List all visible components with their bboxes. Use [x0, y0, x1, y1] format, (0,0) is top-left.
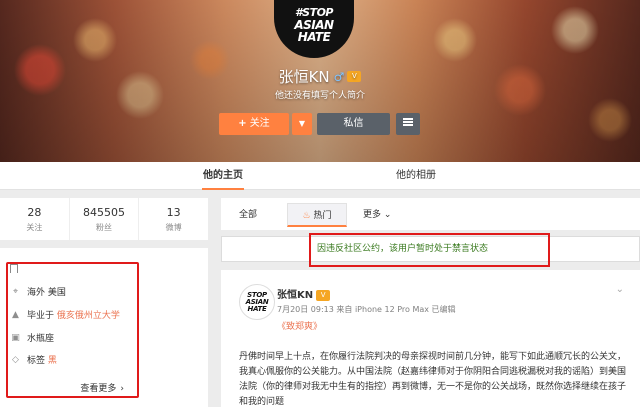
stat-value: 28: [27, 206, 42, 219]
location-text: 海外 美国: [27, 288, 66, 298]
profile-stats: 28 关注 845505 粉丝 13 微博: [0, 198, 208, 240]
see-more-label: 查看更多: [80, 384, 117, 394]
male-icon: ♂: [333, 69, 345, 84]
briefcase-icon: ▣: [11, 332, 20, 343]
graduation-cap-icon: ▲: [12, 309, 19, 320]
message-label: 私信: [343, 118, 364, 129]
tab-album[interactable]: 他的相册: [396, 162, 436, 190]
info-row-sign: ▣ 水瓶座: [10, 331, 55, 345]
filter-all-tab[interactable]: 全部: [239, 206, 257, 224]
stat-posts[interactable]: 13 微博: [138, 198, 208, 240]
filter-more-label: 更多: [363, 210, 382, 220]
profile-nav: 他的主页 他的相册: [0, 162, 640, 190]
profile-name: 张恒KN: [278, 68, 330, 86]
post-author-name[interactable]: 张恒KN: [277, 290, 313, 301]
bookmark-icon: [10, 264, 18, 273]
vip-badge-icon: V: [316, 289, 331, 301]
education-prefix: 毕业于: [27, 311, 55, 321]
post-menu-chevron-icon[interactable]: ⌄: [616, 284, 624, 295]
follow-dropdown-button[interactable]: ▼: [292, 113, 312, 135]
feed-filter-bar: 全部 ♨ 热门 更多 ⌄: [221, 198, 640, 230]
post-author-avatar[interactable]: STOP ASIAN HATE: [239, 284, 275, 320]
info-row-location: ⌖ 海外 美国: [10, 285, 66, 299]
mute-notice-text: 因违反社区公约，该用户暂时处于禁言状态: [317, 244, 489, 254]
profile-name-row: 张恒KN ♂ V: [0, 66, 640, 87]
school-link[interactable]: 俄亥俄州立大学: [57, 308, 120, 321]
stat-value: 845505: [83, 206, 125, 219]
tags-prefix: 标签: [27, 356, 46, 366]
chevron-down-icon: ⌄: [383, 210, 392, 220]
hamburger-icon: [403, 118, 413, 126]
see-more-link[interactable]: 查看更多 ›: [80, 381, 124, 394]
avatar-text-line: HATE: [297, 30, 331, 44]
tag-icon: ◇: [12, 354, 19, 365]
chevron-right-icon: ›: [120, 384, 124, 394]
avatar-text-line: HATE: [247, 304, 267, 313]
fire-icon: ♨: [302, 211, 311, 221]
feed-post: STOP ASIAN HATE 张恒KN V ⌄ 7月20日 09:13 来自 i…: [221, 270, 640, 407]
sign-text: 水瓶座: [27, 334, 55, 344]
stat-value: 13: [166, 206, 181, 219]
post-title: 《致郑爽》: [277, 322, 323, 332]
stat-following[interactable]: 28 关注: [0, 198, 69, 240]
tag-link[interactable]: 黑: [48, 353, 57, 366]
profile-bio: 他还没有填写个人简介: [274, 91, 365, 101]
filter-hot-tab[interactable]: ♨ 热门: [287, 203, 347, 227]
more-menu-button[interactable]: [396, 113, 420, 135]
info-row-education: ▲ 毕业于 俄亥俄州立大学: [10, 308, 120, 322]
follow-label: 关注: [249, 118, 270, 129]
stat-label: 微博: [165, 223, 182, 232]
tab-home[interactable]: 他的主页: [202, 162, 244, 190]
mute-notice-bar: 因违反社区公约，该用户暂时处于禁言状态: [221, 236, 640, 262]
post-body: 丹佛时间早上十点，在你履行法院判决的母亲探视时间前几分钟，能写下如此通顺冗长的公…: [239, 352, 627, 407]
plus-icon: +: [238, 118, 247, 129]
post-meta: 7月20日 09:13 来自 iPhone 12 Pro Max 已编辑: [277, 305, 456, 314]
vip-badge-icon[interactable]: V: [347, 71, 362, 82]
stat-followers[interactable]: 845505 粉丝: [68, 198, 139, 240]
caret-down-icon: ▼: [298, 119, 306, 128]
info-row-tags: ◇ 标签 黑: [10, 353, 57, 367]
filter-hot-label: 热门: [313, 211, 332, 221]
info-row-badge: [10, 264, 18, 273]
stat-label: 关注: [26, 223, 43, 232]
stat-label: 粉丝: [96, 223, 112, 232]
profile-actions: + 关注 ▼ 私信: [0, 113, 640, 135]
follow-button[interactable]: + 关注: [219, 113, 289, 135]
location-pin-icon: ⌖: [12, 286, 19, 297]
post-author-row: 张恒KN V: [277, 286, 331, 301]
profile-info-card: ⌖ 海外 美国 ▲ 毕业于 俄亥俄州立大学 ▣ 水瓶座 ◇ 标签 黑 查看更多 ›: [0, 248, 208, 407]
filter-more-dropdown[interactable]: 更多 ⌄: [363, 206, 391, 224]
message-button[interactable]: 私信: [317, 113, 390, 135]
